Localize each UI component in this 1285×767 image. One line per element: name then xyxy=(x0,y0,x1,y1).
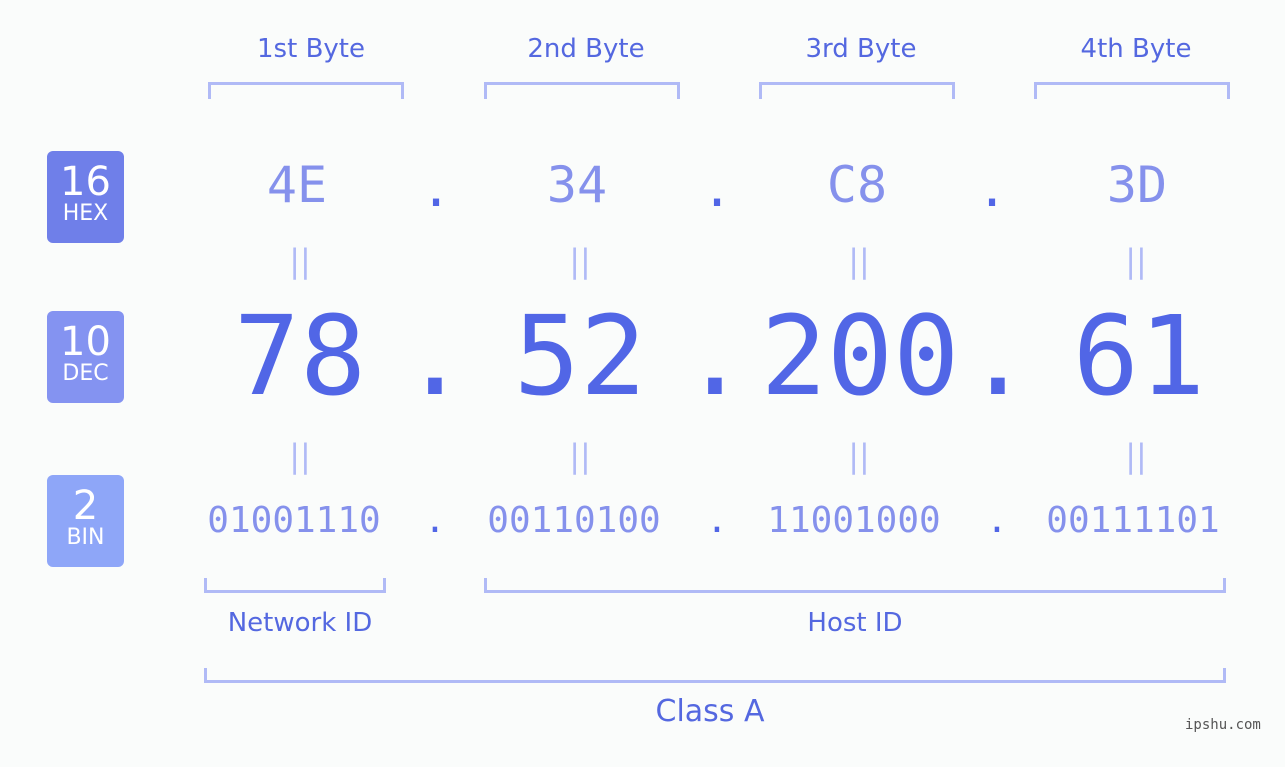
equals-dec-bin-3: || xyxy=(848,437,870,475)
byte-3-bracket xyxy=(759,82,955,99)
hex-dot-1: . xyxy=(420,160,452,218)
class-label: Class A xyxy=(655,694,765,729)
hex-byte-4: 3D xyxy=(1106,156,1168,214)
equals-hex-dec-2: || xyxy=(569,242,591,280)
hex-byte-3: C8 xyxy=(826,156,888,214)
header-byte-4: 4th Byte xyxy=(1080,34,1192,64)
bin-byte-2: 00110100 xyxy=(487,500,661,541)
equals-hex-dec-3: || xyxy=(848,242,870,280)
dec-dot-3: . xyxy=(964,292,1032,420)
hex-badge-number: 16 xyxy=(60,159,111,205)
dec-dot-2: . xyxy=(681,292,749,420)
equals-dec-bin-1: || xyxy=(289,437,311,475)
class-bracket xyxy=(204,668,1226,683)
equals-hex-dec-1: || xyxy=(289,242,311,280)
bin-badge: 2 BIN xyxy=(47,475,124,567)
bin-dot-3: . xyxy=(986,500,1008,541)
equals-dec-bin-2: || xyxy=(569,437,591,475)
dec-byte-1: 78 xyxy=(233,292,367,420)
equals-dec-bin-4: || xyxy=(1125,437,1147,475)
header-byte-3: 3rd Byte xyxy=(805,34,917,64)
dec-dot-1: . xyxy=(401,292,469,420)
hex-byte-1: 4E xyxy=(266,156,328,214)
bin-byte-4: 00111101 xyxy=(1046,500,1220,541)
byte-4-bracket xyxy=(1034,82,1230,99)
bin-badge-number: 2 xyxy=(72,483,99,529)
dec-byte-4: 61 xyxy=(1072,292,1206,420)
header-byte-1: 1st Byte xyxy=(257,34,365,64)
watermark: ipshu.com xyxy=(1185,717,1261,733)
hex-dot-2: . xyxy=(701,160,733,218)
bin-byte-1: 01001110 xyxy=(207,500,381,541)
host-id-label: Host ID xyxy=(807,608,903,638)
hex-badge: 16 HEX xyxy=(47,151,124,243)
network-id-label: Network ID xyxy=(227,608,373,638)
equals-hex-dec-4: || xyxy=(1125,242,1147,280)
dec-badge: 10 DEC xyxy=(47,311,124,403)
bin-dot-2: . xyxy=(706,500,728,541)
bin-byte-3: 11001000 xyxy=(767,500,941,541)
host-id-bracket xyxy=(484,578,1226,593)
hex-dot-3: . xyxy=(976,160,1008,218)
hex-badge-label: HEX xyxy=(62,201,109,226)
byte-2-bracket xyxy=(484,82,680,99)
dec-byte-2: 52 xyxy=(513,292,647,420)
header-byte-2: 2nd Byte xyxy=(527,34,645,64)
dec-badge-label: DEC xyxy=(62,361,109,386)
bin-dot-1: . xyxy=(424,500,446,541)
dec-badge-number: 10 xyxy=(60,319,111,365)
network-id-bracket xyxy=(204,578,386,593)
bin-badge-label: BIN xyxy=(66,525,105,550)
byte-1-bracket xyxy=(208,82,404,99)
dec-byte-3: 200 xyxy=(760,292,960,420)
hex-byte-2: 34 xyxy=(546,156,608,214)
